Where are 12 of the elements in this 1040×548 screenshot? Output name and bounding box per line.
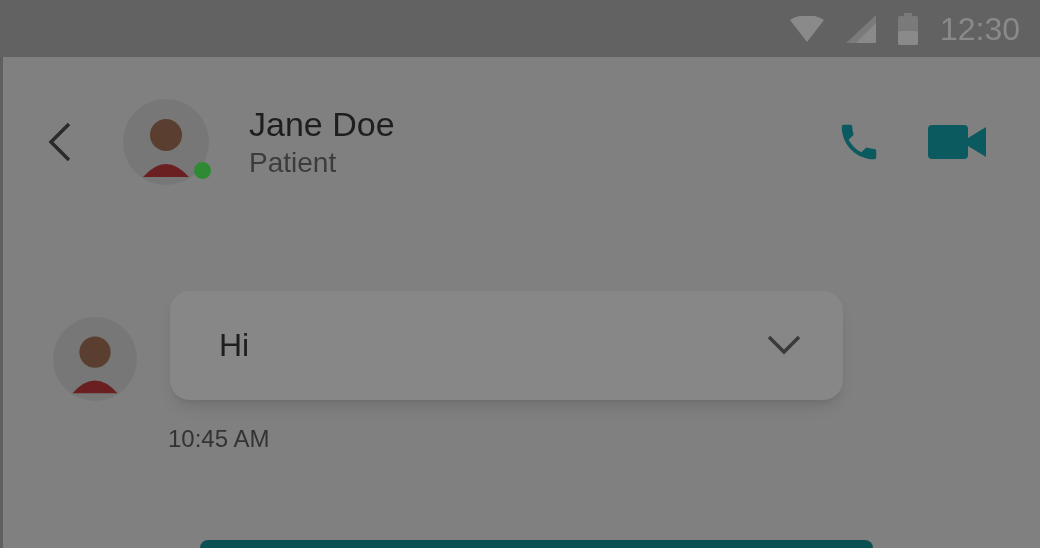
avatar-icon xyxy=(53,317,137,401)
message-time: 10:45 AM xyxy=(168,424,271,454)
avatar-icon xyxy=(123,99,209,185)
contact-role: Patient xyxy=(249,146,338,180)
contact-name: Jane Doe xyxy=(249,104,395,145)
video-camera-icon[interactable] xyxy=(928,125,986,159)
chevron-down-icon[interactable] xyxy=(767,335,801,355)
message-text: Hi xyxy=(219,326,251,365)
back-icon[interactable] xyxy=(47,122,73,162)
signal-icon xyxy=(845,14,876,43)
battery-icon xyxy=(897,12,918,45)
wifi-icon xyxy=(789,15,824,42)
